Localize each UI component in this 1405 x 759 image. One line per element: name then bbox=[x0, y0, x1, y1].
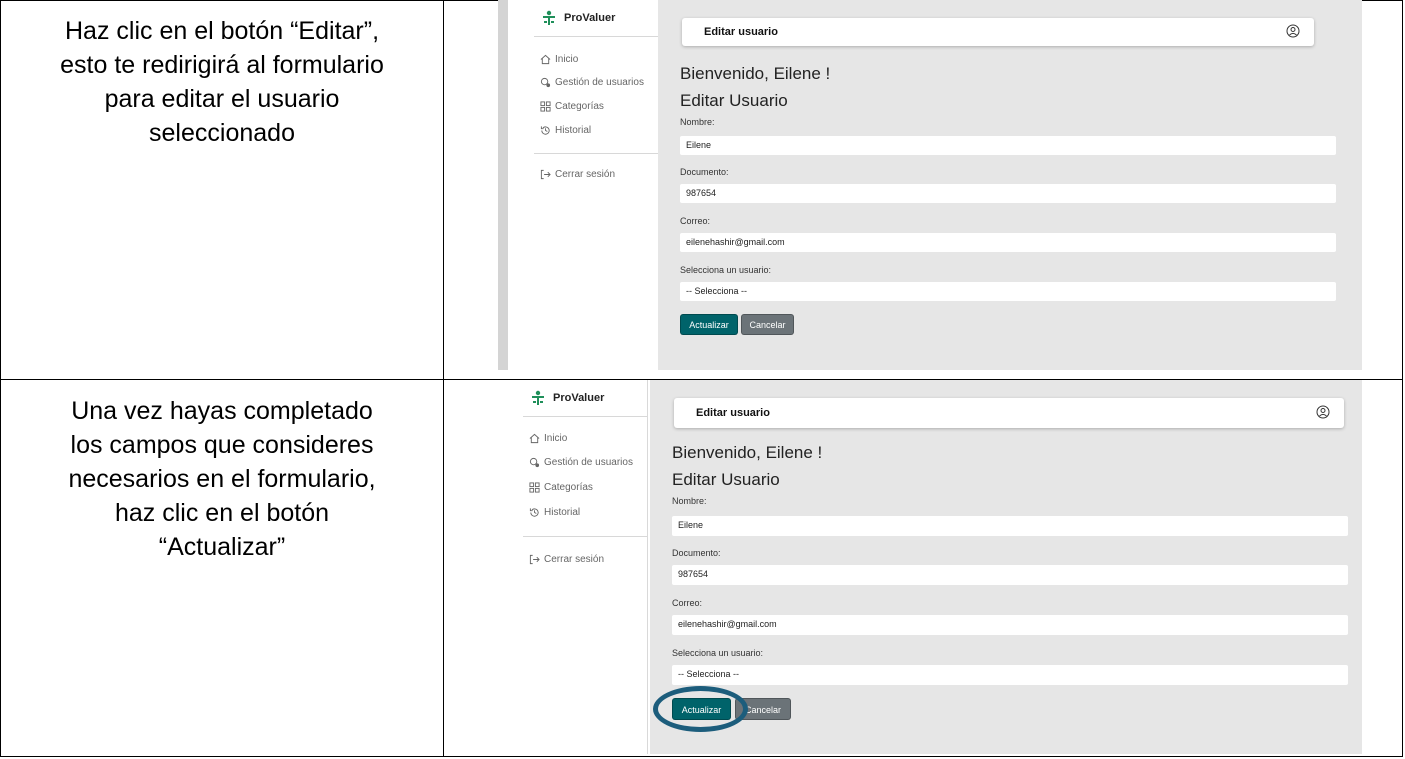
home-icon bbox=[540, 54, 551, 65]
documento-input[interactable]: 987654 bbox=[680, 184, 1336, 203]
sidebar-item-label: Historial bbox=[555, 125, 592, 136]
correo-input[interactable]: eilenehashir@gmail.com bbox=[672, 615, 1348, 635]
app-logo[interactable]: ProValuer bbox=[529, 388, 604, 408]
header-title: Editar usuario bbox=[696, 407, 770, 419]
instruction-text-step-2: Una vez hayas completado los campos que … bbox=[6, 394, 438, 564]
instruction-line: Una vez hayas completado bbox=[71, 397, 373, 425]
user-profile-icon[interactable] bbox=[1316, 405, 1330, 419]
logout-button[interactable]: Cerrar sesión bbox=[529, 554, 604, 565]
documento-label: Documento: bbox=[672, 548, 721, 558]
sidebar-item-label: Gestión de usuarios bbox=[544, 457, 633, 468]
instruction-line: “Actualizar” bbox=[158, 533, 286, 561]
nombre-input[interactable]: Eilene bbox=[680, 136, 1336, 155]
correo-input[interactable]: eilenehashir@gmail.com bbox=[680, 233, 1336, 252]
nombre-label: Nombre: bbox=[680, 117, 715, 127]
sidebar: ProValuer Inicio Gestión de usuarios Cat… bbox=[489, 380, 648, 754]
cancel-button[interactable]: Cancelar bbox=[741, 314, 794, 335]
logo-icon bbox=[543, 10, 555, 25]
instruction-line: haz clic en el botón bbox=[114, 499, 330, 527]
grid-icon bbox=[529, 482, 540, 493]
instruction-line: seleccionado bbox=[149, 119, 295, 147]
welcome-message: Bienvenido, Eilene ! bbox=[672, 443, 823, 462]
instruction-line: Haz clic en el botón “Editar”, bbox=[64, 17, 380, 45]
user-gear-icon bbox=[529, 457, 540, 468]
documento-input[interactable]: 987654 bbox=[672, 565, 1348, 585]
user-profile-icon[interactable] bbox=[1286, 24, 1300, 38]
select-user-label: Selecciona un usuario: bbox=[680, 265, 772, 275]
select-user-label: Selecciona un usuario: bbox=[672, 648, 764, 658]
grid-icon bbox=[540, 101, 551, 112]
instruction-text-step-1: Haz clic en el botón “Editar”, esto te r… bbox=[6, 14, 438, 150]
sidebar-item-label: Inicio bbox=[555, 54, 579, 65]
logout-label: Cerrar sesión bbox=[555, 169, 616, 180]
instruction-line: esto te redirigirá al formulario bbox=[60, 51, 384, 79]
sidebar: ProValuer Inicio Gestión de usuarios Cat… bbox=[508, 0, 659, 370]
correo-label: Correo: bbox=[680, 216, 711, 226]
sidebar-divider bbox=[523, 416, 647, 417]
header-bar: Editar usuario bbox=[674, 398, 1344, 428]
sidebar-item-inicio[interactable]: Inicio bbox=[540, 54, 578, 65]
form-title: Editar Usuario bbox=[672, 470, 780, 489]
sidebar-item-categorias[interactable]: Categorías bbox=[540, 101, 604, 112]
documento-label: Documento: bbox=[680, 167, 729, 177]
logout-button[interactable]: Cerrar sesión bbox=[540, 169, 615, 180]
app-screenshot-step-1: ProValuer Inicio Gestión de usuarios Cat… bbox=[498, 0, 1362, 370]
sidebar-item-label: Categorías bbox=[555, 101, 604, 112]
logout-icon bbox=[540, 169, 551, 180]
select-user-dropdown[interactable]: -- Selecciona -- bbox=[672, 665, 1348, 685]
nombre-label: Nombre: bbox=[672, 496, 707, 506]
app-logo[interactable]: ProValuer bbox=[540, 8, 615, 28]
sidebar-item-historial[interactable]: Historial bbox=[540, 125, 591, 136]
nombre-input[interactable]: Eilene bbox=[672, 516, 1348, 536]
main-content: Editar usuario Bienvenido, Eilene ! Edit… bbox=[658, 0, 1362, 370]
sidebar-item-inicio[interactable]: Inicio bbox=[529, 433, 567, 444]
select-user-dropdown[interactable]: -- Selecciona -- bbox=[680, 282, 1336, 301]
instruction-line: necesarios en el formulario, bbox=[68, 465, 376, 493]
instruction-line: para editar el usuario bbox=[104, 85, 340, 113]
form-title: Editar Usuario bbox=[680, 91, 788, 110]
history-icon bbox=[540, 126, 550, 135]
sidebar-divider bbox=[523, 536, 647, 537]
instruction-line: los campos que consideres bbox=[70, 431, 374, 459]
logout-icon bbox=[529, 554, 540, 565]
app-screenshot-step-2: ProValuer Inicio Gestión de usuarios Cat… bbox=[489, 380, 1362, 754]
correo-label: Correo: bbox=[672, 598, 703, 608]
highlight-ring bbox=[653, 686, 748, 732]
sidebar-item-label: Inicio bbox=[544, 433, 568, 444]
logout-label: Cerrar sesión bbox=[544, 554, 605, 565]
home-icon bbox=[529, 433, 540, 444]
logo-text: ProValuer bbox=[564, 12, 616, 24]
sidebar-edge bbox=[498, 0, 508, 370]
logo-text: ProValuer bbox=[553, 392, 605, 404]
user-gear-icon bbox=[540, 77, 551, 88]
header-title: Editar usuario bbox=[704, 26, 778, 38]
sidebar-item-categorias[interactable]: Categorías bbox=[529, 482, 593, 493]
sidebar-divider bbox=[534, 36, 658, 37]
sidebar-divider bbox=[534, 153, 658, 154]
sidebar-item-gestion-usuarios[interactable]: Gestión de usuarios bbox=[529, 457, 633, 468]
logo-icon bbox=[532, 390, 544, 405]
sidebar-item-historial[interactable]: Historial bbox=[529, 507, 580, 518]
update-button[interactable]: Actualizar bbox=[680, 314, 738, 335]
header-bar: Editar usuario bbox=[682, 18, 1314, 46]
sidebar-item-label: Categorías bbox=[544, 482, 593, 493]
sidebar-item-label: Gestión de usuarios bbox=[555, 77, 644, 88]
history-icon bbox=[529, 508, 539, 517]
main-content: Editar usuario Bienvenido, Eilene ! Edit… bbox=[650, 380, 1362, 754]
sidebar-item-label: Historial bbox=[544, 507, 581, 518]
sidebar-item-gestion-usuarios[interactable]: Gestión de usuarios bbox=[540, 77, 644, 88]
welcome-message: Bienvenido, Eilene ! bbox=[680, 64, 831, 83]
